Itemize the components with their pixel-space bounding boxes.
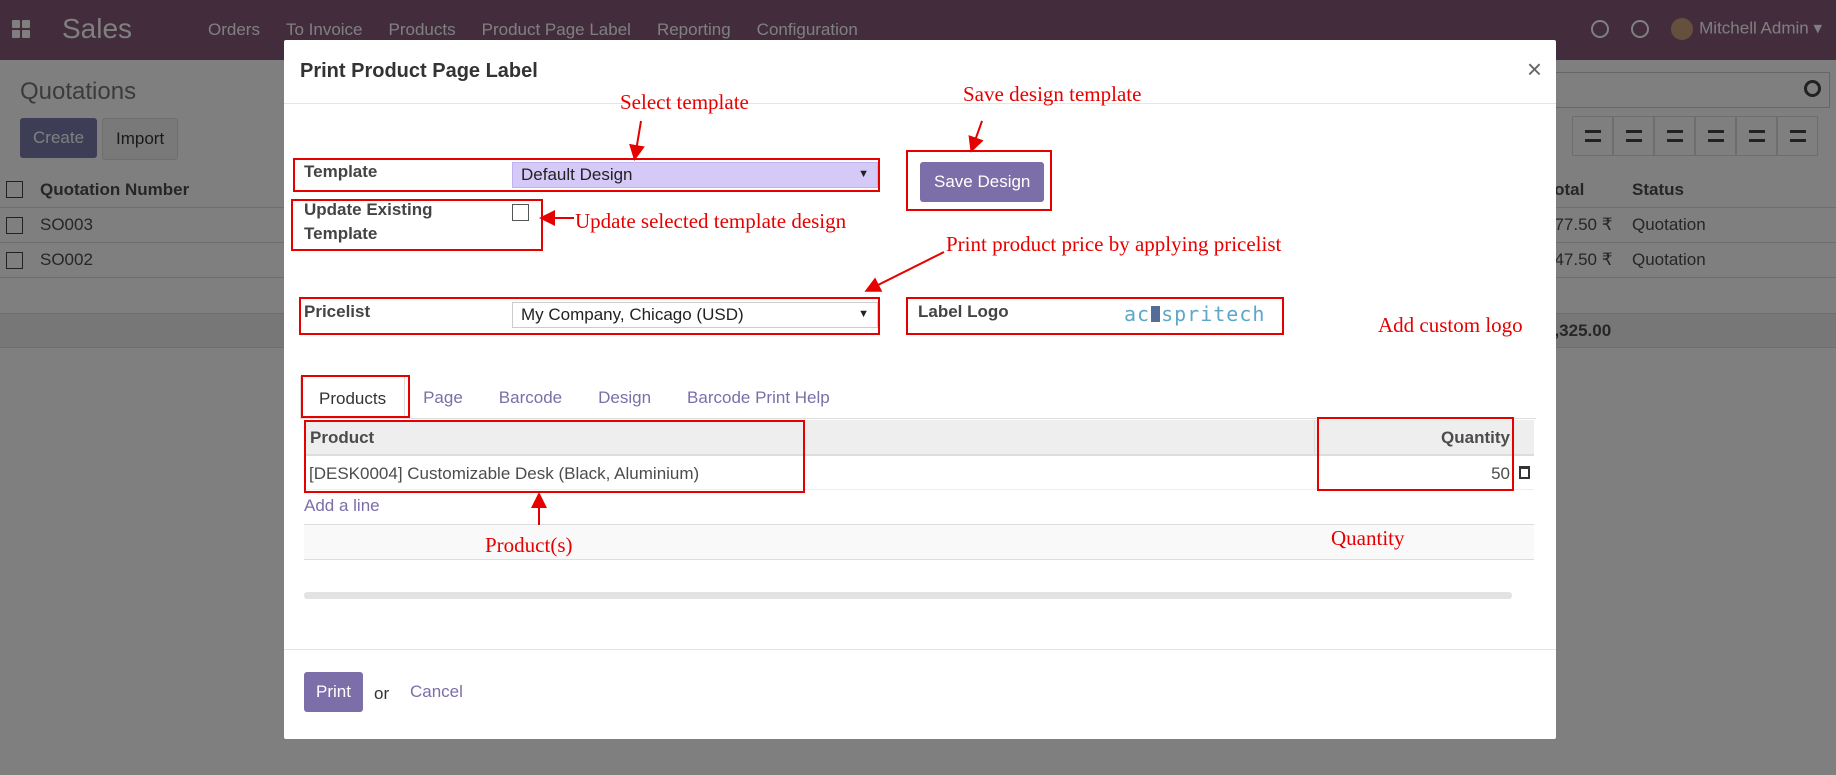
note-products: Product(s): [485, 533, 573, 557]
add-a-line-link[interactable]: Add a line: [304, 496, 380, 516]
note-quantity: Quantity: [1331, 526, 1405, 550]
horizontal-scrollbar[interactable]: [304, 592, 1512, 599]
annotation-box-template: [293, 158, 880, 192]
tab-page[interactable]: Page: [405, 376, 481, 420]
print-button[interactable]: Print: [304, 672, 363, 712]
tab-barcode[interactable]: Barcode: [481, 376, 580, 420]
annotation-box-update-template: [291, 199, 543, 251]
tab-barcode-print-help[interactable]: Barcode Print Help: [669, 376, 848, 420]
annotation-box-products-tab: [301, 375, 410, 418]
annotation-box-label-logo: [906, 297, 1284, 335]
print-label-dialog: Print Product Page Label × Template Defa…: [284, 40, 1556, 739]
dialog-footer: Print or Cancel: [284, 649, 1556, 739]
annotation-box-product-column: [304, 420, 805, 493]
tab-design[interactable]: Design: [580, 376, 669, 420]
trash-icon[interactable]: [1519, 466, 1530, 479]
annotation-box-pricelist: [299, 297, 880, 335]
close-icon[interactable]: ×: [1527, 54, 1542, 85]
column-separator: [1314, 420, 1315, 454]
note-print-price-pricelist: Print product price by applying pricelis…: [946, 232, 1282, 256]
annotation-box-save-design: [906, 150, 1052, 211]
dialog-header: Print Product Page Label ×: [284, 40, 1556, 104]
note-select-template: Select template: [620, 90, 749, 114]
cancel-button[interactable]: Cancel: [410, 682, 463, 702]
note-add-custom-logo: Add custom logo: [1378, 313, 1523, 337]
dialog-title: Print Product Page Label: [300, 60, 538, 82]
note-save-design-template: Save design template: [963, 82, 1142, 106]
annotation-box-quantity-column: [1317, 417, 1514, 491]
or-text: or: [374, 684, 390, 703]
note-update-selected-template: Update selected template design: [575, 209, 847, 233]
